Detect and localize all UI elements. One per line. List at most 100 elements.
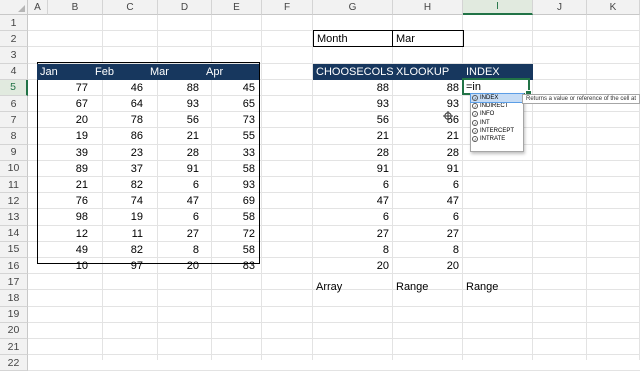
- column-header-h[interactable]: H: [393, 0, 463, 15]
- row-header-17[interactable]: 17: [0, 274, 28, 291]
- table-cell[interactable]: 33: [203, 145, 259, 161]
- autocomplete-item-int[interactable]: f INT: [471, 119, 523, 127]
- choosecols-cell[interactable]: 91: [313, 161, 393, 177]
- xlookup-cell[interactable]: 93: [393, 96, 463, 112]
- choosecols-cell[interactable]: 56: [313, 112, 393, 128]
- choosecols-cell[interactable]: 21: [313, 128, 393, 144]
- table-cell[interactable]: 39: [37, 145, 92, 161]
- result-header-xlookup[interactable]: XLOOKUP: [393, 63, 463, 80]
- table-cell[interactable]: 93: [203, 177, 259, 193]
- month-value-cell[interactable]: Mar: [392, 30, 464, 47]
- xlookup-cell[interactable]: 27: [393, 226, 463, 242]
- table-cell[interactable]: 76: [37, 193, 92, 209]
- choosecols-cell[interactable]: 6: [313, 177, 393, 193]
- table-cell[interactable]: 88: [147, 80, 203, 96]
- column-header-e[interactable]: E: [212, 0, 262, 15]
- table-cell[interactable]: 83: [203, 258, 259, 274]
- row-header-10[interactable]: 10: [0, 160, 28, 177]
- column-header-d[interactable]: D: [158, 0, 212, 15]
- table-cell[interactable]: 28: [147, 145, 203, 161]
- choosecols-cell[interactable]: 20: [313, 258, 393, 274]
- xlookup-cell[interactable]: 91: [393, 161, 463, 177]
- table-cell[interactable]: 58: [203, 209, 259, 225]
- choosecols-cell[interactable]: 8: [313, 242, 393, 258]
- xlookup-cell[interactable]: 28: [393, 145, 463, 161]
- column-header-a[interactable]: A: [28, 0, 48, 15]
- table-cell[interactable]: 10: [37, 258, 92, 274]
- table-cell[interactable]: 72: [203, 226, 259, 242]
- table-cell[interactable]: 21: [147, 128, 203, 144]
- xlookup-cell[interactable]: 6: [393, 177, 463, 193]
- row-header-22[interactable]: 22: [0, 355, 28, 371]
- table-header-jan[interactable]: Jan: [37, 63, 92, 80]
- row-header-9[interactable]: 9: [0, 144, 28, 161]
- table-cell[interactable]: 20: [37, 112, 92, 128]
- table-cell[interactable]: 91: [147, 161, 203, 177]
- row-header-3[interactable]: 3: [0, 47, 28, 64]
- column-header-b[interactable]: B: [48, 0, 103, 15]
- row-header-4[interactable]: 4: [0, 63, 28, 80]
- row-header-12[interactable]: 12: [0, 193, 28, 210]
- xlookup-cell[interactable]: 88: [393, 80, 463, 96]
- select-all-corner[interactable]: [0, 0, 28, 15]
- xlookup-cell[interactable]: 6: [393, 209, 463, 225]
- autocomplete-item-info[interactable]: f INFO: [471, 110, 523, 118]
- month-label-cell[interactable]: Month: [313, 30, 393, 47]
- autocomplete-item-index[interactable]: f INDEX: [470, 92, 524, 104]
- choosecols-cell[interactable]: 27: [313, 226, 393, 242]
- table-cell[interactable]: 64: [92, 96, 147, 112]
- autocomplete-item-intrate[interactable]: f INTRATE: [471, 135, 523, 143]
- row-header-8[interactable]: 8: [0, 128, 28, 145]
- xlookup-cell[interactable]: 21: [393, 128, 463, 144]
- table-header-mar[interactable]: Mar: [147, 63, 203, 80]
- table-cell[interactable]: 93: [147, 96, 203, 112]
- column-header-j[interactable]: J: [533, 0, 587, 15]
- row-header-5[interactable]: 5: [0, 79, 28, 96]
- table-cell[interactable]: 23: [92, 145, 147, 161]
- table-cell[interactable]: 77: [37, 80, 92, 96]
- row-header-13[interactable]: 13: [0, 209, 28, 226]
- table-cell[interactable]: 49: [37, 242, 92, 258]
- table-cell[interactable]: 58: [203, 242, 259, 258]
- table-cell[interactable]: 69: [203, 193, 259, 209]
- table-cell[interactable]: 47: [147, 193, 203, 209]
- table-cell[interactable]: 19: [92, 209, 147, 225]
- xlookup-cell[interactable]: 8: [393, 242, 463, 258]
- table-header-feb[interactable]: Feb: [92, 63, 147, 80]
- table-cell[interactable]: 73: [203, 112, 259, 128]
- spreadsheet-grid[interactable]: ABCDEFGHIJK 1 2 3 4 5 6 7 8 9 10 11 12 13 14 15 16 17 18 1…: [0, 0, 640, 371]
- table-cell[interactable]: 8: [147, 242, 203, 258]
- table-cell[interactable]: 11: [92, 226, 147, 242]
- row-header-16[interactable]: 16: [0, 258, 28, 275]
- table-cell[interactable]: 6: [147, 209, 203, 225]
- range-label-1[interactable]: Range: [393, 279, 463, 295]
- table-cell[interactable]: 67: [37, 96, 92, 112]
- row-header-2[interactable]: 2: [0, 31, 28, 48]
- table-cell[interactable]: 58: [203, 161, 259, 177]
- table-cell[interactable]: 86: [92, 128, 147, 144]
- table-cell[interactable]: 98: [37, 209, 92, 225]
- row-header-14[interactable]: 14: [0, 225, 28, 242]
- xlookup-cell[interactable]: 47: [393, 193, 463, 209]
- table-cell[interactable]: 97: [92, 258, 147, 274]
- table-cell[interactable]: 78: [92, 112, 147, 128]
- table-cell[interactable]: 45: [203, 80, 259, 96]
- choosecols-cell[interactable]: 88: [313, 80, 393, 96]
- row-header-21[interactable]: 21: [0, 339, 28, 356]
- row-header-11[interactable]: 11: [0, 177, 28, 194]
- table-cell[interactable]: 82: [92, 177, 147, 193]
- result-header-choosecols[interactable]: CHOOSECOLS: [313, 63, 394, 80]
- table-cell[interactable]: 27: [147, 226, 203, 242]
- row-header-6[interactable]: 6: [0, 96, 28, 113]
- row-header-18[interactable]: 18: [0, 290, 28, 307]
- autocomplete-item-indirect[interactable]: f INDIRECT: [471, 102, 523, 110]
- autocomplete-item-intercept[interactable]: f INTERCEPT: [471, 127, 523, 135]
- row-header-19[interactable]: 19: [0, 306, 28, 323]
- table-cell[interactable]: 6: [147, 177, 203, 193]
- table-cell[interactable]: 74: [92, 193, 147, 209]
- table-cell[interactable]: 55: [203, 128, 259, 144]
- row-header-15[interactable]: 15: [0, 241, 28, 258]
- table-cell[interactable]: 82: [92, 242, 147, 258]
- table-cell[interactable]: 12: [37, 226, 92, 242]
- table-cell[interactable]: 56: [147, 112, 203, 128]
